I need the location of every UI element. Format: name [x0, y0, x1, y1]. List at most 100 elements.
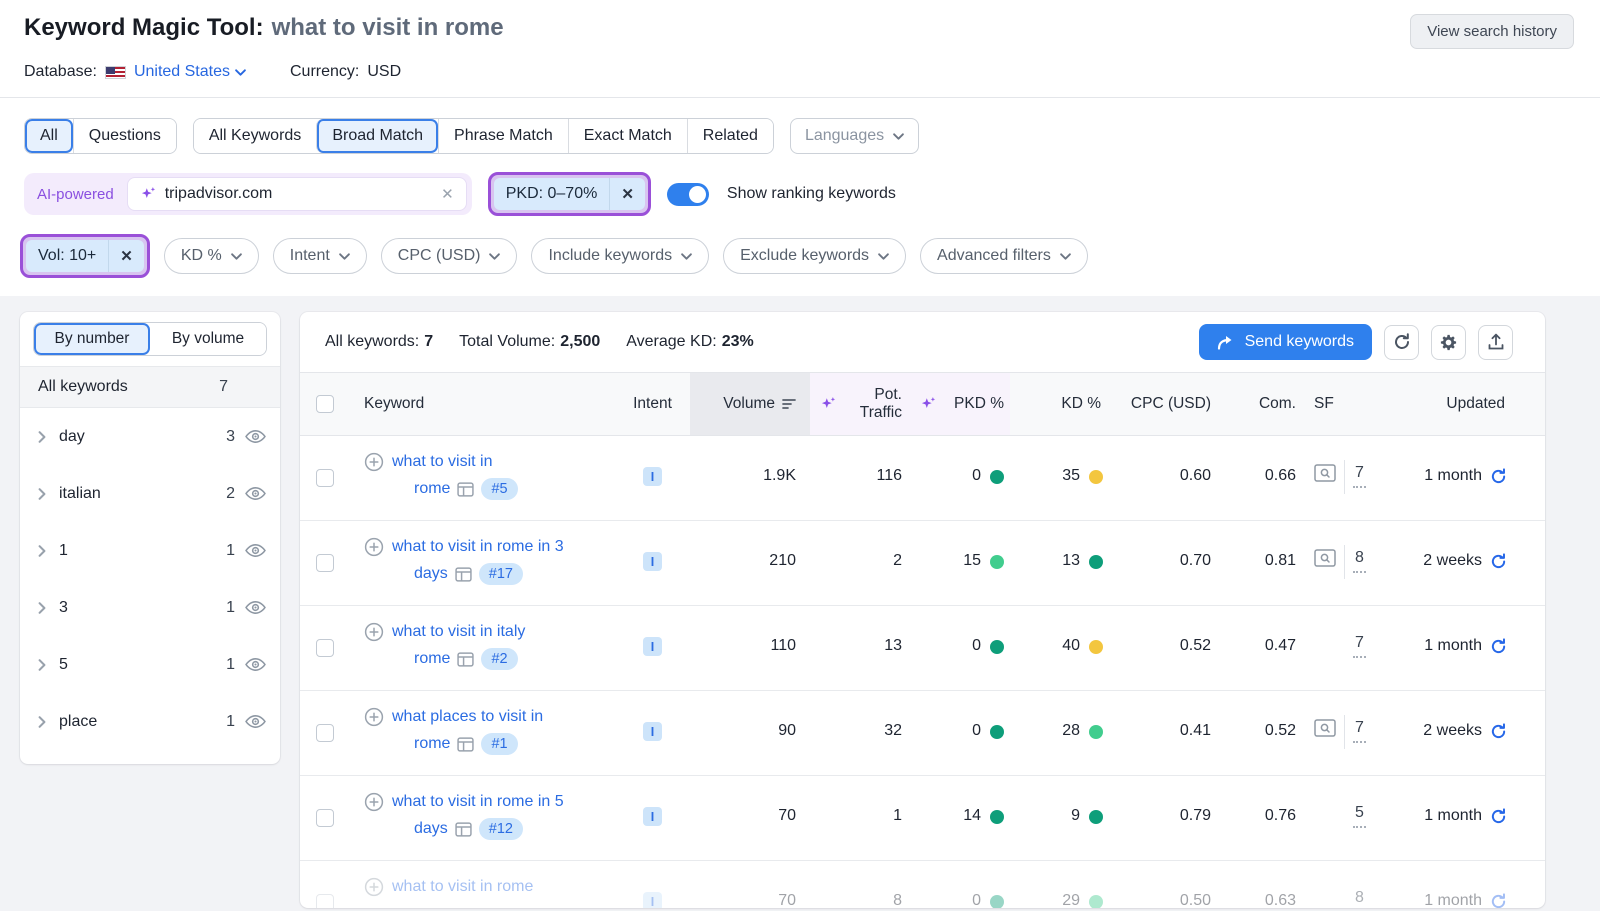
col-intent[interactable]: Intent [615, 373, 690, 435]
refresh-metrics-icon[interactable] [1490, 468, 1507, 485]
match-tab[interactable]: Related [687, 119, 773, 153]
serp-features-icon[interactable] [1314, 719, 1336, 737]
settings-gear-button[interactable] [1431, 325, 1466, 360]
filter-dropdown[interactable]: CPC (USD) [381, 238, 518, 274]
ranking-position-badge[interactable]: #17 [479, 563, 523, 585]
send-keywords-button[interactable]: Send keywords [1199, 324, 1372, 360]
database-selector[interactable]: United States [134, 63, 246, 81]
filter-dropdown[interactable]: Include keywords [531, 238, 709, 274]
intent-badge[interactable]: I [643, 807, 662, 826]
sf-count[interactable]: 5 [1353, 804, 1366, 828]
intent-badge[interactable]: I [643, 892, 662, 908]
ranking-position-badge[interactable]: #12 [479, 818, 523, 840]
group-sort-tab[interactable]: By volume [150, 323, 266, 355]
col-kd[interactable]: KD % [1010, 373, 1115, 435]
domain-input[interactable] [165, 185, 433, 203]
clear-domain-icon[interactable]: ✕ [441, 185, 454, 203]
match-tab[interactable]: All Keywords [194, 119, 316, 153]
keyword-group-item[interactable]: 1 1 [20, 522, 280, 579]
filter-dropdown[interactable]: Exclude keywords [723, 238, 906, 274]
filter-dropdown[interactable]: Advanced filters [920, 238, 1088, 274]
pkd-filter-chip[interactable]: PKD: 0–70% ✕ [494, 178, 645, 210]
keyword-link-line2[interactable]: rome [414, 650, 450, 668]
keyword-group-item[interactable]: place 1 [20, 693, 280, 750]
select-all-checkbox[interactable] [316, 395, 334, 413]
add-keyword-icon[interactable] [364, 537, 384, 557]
row-checkbox[interactable] [316, 469, 334, 487]
keyword-group-item[interactable]: 5 1 [20, 636, 280, 693]
ranking-position-badge[interactable]: #2 [481, 648, 517, 670]
keyword-group-item[interactable]: day 3 [20, 408, 280, 465]
eye-icon[interactable] [245, 429, 266, 444]
ranking-position-badge[interactable]: #1 [481, 733, 517, 755]
sf-count[interactable]: 8 [1353, 889, 1366, 908]
filter-dropdown[interactable]: Intent [273, 238, 367, 274]
col-cpc[interactable]: CPC (USD) [1115, 373, 1225, 435]
match-tab[interactable]: Exact Match [568, 119, 687, 153]
match-tab[interactable]: Broad Match [316, 119, 438, 153]
keyword-link-line2[interactable]: rome [414, 735, 450, 753]
col-pot-traffic[interactable]: Pot. Traffic [810, 373, 910, 435]
view-search-history-button[interactable]: View search history [1410, 14, 1574, 49]
keyword-link[interactable]: what to visit in rome [392, 878, 533, 896]
intent-badge[interactable]: I [643, 552, 662, 571]
eye-icon[interactable] [245, 543, 266, 558]
col-sf[interactable]: SF [1310, 373, 1385, 435]
keyword-link[interactable]: what to visit in italy [392, 623, 525, 641]
intent-badge[interactable]: I [643, 637, 662, 656]
match-tab[interactable]: All [25, 119, 73, 153]
keyword-link[interactable]: what to visit in rome in 5 [392, 793, 564, 811]
eye-icon[interactable] [245, 714, 266, 729]
vol-filter-chip[interactable]: Vol: 10+ ✕ [26, 240, 144, 272]
keyword-link-line2[interactable]: days [414, 565, 448, 583]
keyword-group-item[interactable]: italian 2 [20, 465, 280, 522]
group-sort-tab[interactable]: By number [34, 323, 150, 355]
row-checkbox[interactable] [316, 809, 334, 827]
keyword-link[interactable]: what to visit in [392, 453, 492, 471]
keyword-link-line2[interactable]: rome [414, 480, 450, 498]
sf-count[interactable]: 7 [1353, 634, 1366, 658]
add-keyword-icon[interactable] [364, 452, 384, 472]
intent-badge[interactable]: I [643, 722, 662, 741]
refresh-metrics-icon[interactable] [1490, 553, 1507, 570]
export-button[interactable] [1478, 325, 1513, 360]
refresh-metrics-icon[interactable] [1490, 808, 1507, 825]
sf-count[interactable]: 8 [1353, 549, 1366, 573]
serp-preview-icon[interactable] [457, 737, 474, 752]
serp-preview-icon[interactable] [457, 482, 474, 497]
languages-dropdown[interactable]: Languages [790, 118, 919, 154]
eye-icon[interactable] [245, 486, 266, 501]
eye-icon[interactable] [245, 600, 266, 615]
row-checkbox[interactable] [316, 724, 334, 742]
add-keyword-icon[interactable] [364, 707, 384, 727]
row-checkbox[interactable] [316, 554, 334, 572]
serp-features-icon[interactable] [1314, 549, 1336, 567]
row-checkbox[interactable] [316, 894, 334, 908]
serp-preview-icon[interactable] [455, 567, 472, 582]
col-keyword[interactable]: Keyword [350, 373, 615, 435]
refresh-metrics-icon[interactable] [1490, 723, 1507, 740]
sf-count[interactable]: 7 [1353, 719, 1366, 743]
keyword-group-item[interactable]: 3 1 [20, 579, 280, 636]
add-keyword-icon[interactable] [364, 792, 384, 812]
domain-input-wrap[interactable]: ✕ [127, 177, 467, 211]
ranking-position-badge[interactable]: #5 [481, 478, 517, 500]
keyword-link[interactable]: what to visit in rome in 3 [392, 538, 564, 556]
intent-badge[interactable]: I [643, 467, 662, 486]
col-updated[interactable]: Updated [1385, 373, 1545, 435]
keyword-link-line2[interactable]: days [414, 820, 448, 838]
serp-preview-icon[interactable] [457, 652, 474, 667]
refresh-button[interactable] [1384, 325, 1419, 360]
filter-dropdown[interactable]: KD % [164, 238, 259, 274]
remove-vol-filter-icon[interactable]: ✕ [108, 240, 144, 272]
eye-icon[interactable] [245, 657, 266, 672]
sf-count[interactable]: 7 [1353, 464, 1366, 488]
match-tab[interactable]: Questions [73, 119, 176, 153]
show-ranking-keywords-toggle[interactable] [667, 183, 709, 206]
col-volume[interactable]: Volume [690, 373, 810, 435]
refresh-metrics-icon[interactable] [1490, 638, 1507, 655]
keyword-link[interactable]: what places to visit in [392, 708, 543, 726]
serp-preview-icon[interactable] [455, 822, 472, 837]
col-com[interactable]: Com. [1225, 373, 1310, 435]
match-tab[interactable]: Phrase Match [438, 119, 568, 153]
